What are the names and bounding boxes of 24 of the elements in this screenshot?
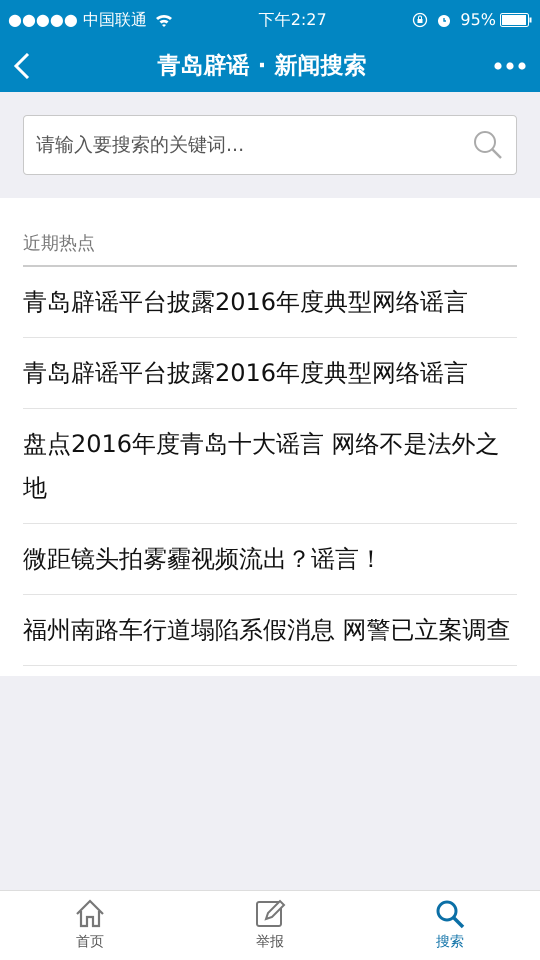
alarm-icon (436, 12, 452, 28)
more-icon[interactable] (494, 62, 526, 70)
battery-icon (500, 13, 532, 27)
home-icon (74, 898, 106, 930)
rotation-lock-icon (412, 12, 428, 28)
search-field[interactable]: 请输入要搜索的关键词... (23, 115, 517, 175)
edit-icon (254, 898, 286, 930)
news-link[interactable]: 盘点2016年度青岛十大谣言 网络不是法外之地 (23, 409, 517, 524)
tab[interactable]: 首页 (0, 891, 180, 960)
news-link[interactable]: 青岛辟谣平台披露2016年度典型网络谣言 (23, 338, 517, 409)
news-link[interactable]: 福州南路车行道塌陷系假消息 网警已立案调查 (23, 595, 517, 666)
battery-percent: 95% (460, 9, 496, 31)
search-icon (434, 898, 466, 930)
clock-time: 下午2:27 (258, 9, 327, 31)
search-icon[interactable] (473, 130, 503, 160)
tab[interactable]: 搜索 (360, 891, 540, 960)
news-link[interactable]: 微距镜头拍雾霾视频流出？谣言！ (23, 524, 517, 595)
carrier-name: ●●●●● 中国联通 (8, 9, 147, 31)
tab[interactable]: 举报 (180, 891, 360, 960)
page-title: 青岛辟谣 · 新闻搜索 (156, 52, 368, 81)
news-link[interactable]: 青岛辟谣平台披露2016年度典型网络谣言 (23, 267, 517, 338)
section-title: 近期热点 (23, 198, 517, 267)
back-icon[interactable] (14, 53, 30, 79)
wifi-icon (154, 13, 173, 27)
